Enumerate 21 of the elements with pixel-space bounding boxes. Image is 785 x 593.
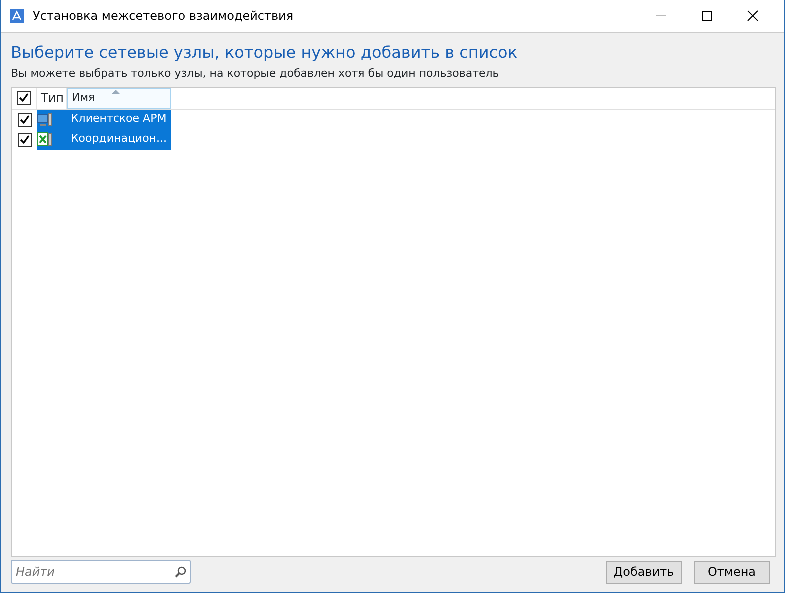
- window-title: Установка межсетевого взаимодействия: [33, 8, 294, 25]
- search-icon: [175, 566, 187, 578]
- add-button[interactable]: Добавить: [606, 560, 682, 584]
- maximize-icon: [701, 10, 713, 22]
- checkbox[interactable]: [17, 91, 31, 105]
- close-icon: [747, 10, 759, 22]
- node-name: Клиентское АРМ: [70, 111, 168, 128]
- server-icon: [37, 132, 53, 148]
- sort-arrow-icon: [112, 90, 120, 94]
- node-name: Координацион...: [70, 131, 168, 148]
- app-icon: [9, 8, 25, 24]
- checkbox[interactable]: [18, 112, 32, 126]
- search-field[interactable]: Найти: [11, 560, 191, 584]
- column-header[interactable]: Имя: [67, 88, 171, 108]
- cancel-button[interactable]: Отмена: [694, 560, 770, 584]
- list-row[interactable]: Клиентское АРМ: [37, 110, 171, 130]
- computer-icon: [37, 112, 53, 128]
- list-row[interactable]: Координацион...: [37, 130, 171, 150]
- hint-text: Вы можете выбрать только узлы, на которые добавлен хотя бы один пользователь: [11, 66, 500, 82]
- checkbox[interactable]: [18, 132, 32, 146]
- dialog-heading: Выберите сетевые узлы, которые нужно добавить в список: [11, 43, 518, 63]
